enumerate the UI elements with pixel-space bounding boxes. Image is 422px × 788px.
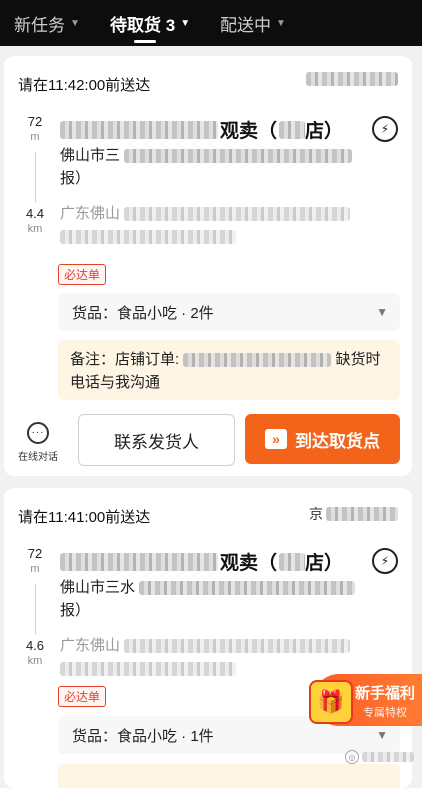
- tab-new-tasks[interactable]: 新任务 ▼: [14, 0, 80, 46]
- store-name-visible: 观卖（: [220, 553, 278, 574]
- customer-distance: 4.6 km: [18, 638, 52, 667]
- contact-sender-button[interactable]: 联系发货人: [78, 414, 235, 466]
- store-name[interactable]: 观卖（ 店）: [60, 116, 343, 143]
- chevron-down-icon: ▼: [70, 17, 80, 29]
- goods-text: 货品：食品小吃 · 2件: [72, 304, 214, 322]
- top-tab-bar: 新任务 ▼ 待取货 3 ▼ 配送中 ▼: [0, 0, 422, 46]
- redacted-text: [124, 207, 351, 222]
- store-address-line1: 佛山市三水: [60, 579, 136, 596]
- route-line: [35, 152, 36, 202]
- store-distance-value: 72: [27, 546, 43, 561]
- chat-bubble-icon: ···: [27, 422, 49, 444]
- chevron-down-icon: ▼: [376, 305, 388, 319]
- store-distance-unit: m: [30, 131, 40, 143]
- tab-label: 新任务: [14, 15, 65, 35]
- gift-box-icon: 🎁: [309, 680, 353, 724]
- redacted-text: [60, 120, 218, 139]
- route-line: [35, 584, 36, 634]
- tab-label: 配送中: [220, 15, 271, 35]
- tab-pending-pickup[interactable]: 待取货 3 ▼: [110, 0, 190, 46]
- watermark-icon: ◎: [345, 750, 359, 764]
- online-chat-button[interactable]: ··· 在线对话: [16, 422, 60, 463]
- guaranteed-delivery-tag: 必达单: [58, 686, 107, 707]
- order-id-redacted: 京: [309, 504, 398, 524]
- redacted-text: [124, 639, 351, 654]
- redacted-text: [183, 353, 332, 368]
- newbie-welfare-banner[interactable]: 🎁 新手福利 专属特权: [309, 674, 422, 726]
- delivery-deadline: 请在11:42:00前送达: [18, 77, 151, 94]
- order-card[interactable]: 请在11:41:00前送达 京 72 m 4.6 km 观卖（ 店） ⚡ 佛山市…: [4, 488, 412, 788]
- chevron-down-icon: ▼: [180, 17, 191, 29]
- store-name-tail: 店）: [305, 121, 344, 142]
- customer-distance-value: 4.6: [25, 638, 45, 653]
- store-address: 佛山市三水 报）: [60, 576, 356, 622]
- store-distance: 72 m: [18, 114, 52, 143]
- customer-address: 广东佛山: [60, 634, 351, 680]
- order-id-redacted: [306, 72, 398, 86]
- chat-label: 在线对话: [18, 452, 58, 463]
- customer-address-prefix: 广东佛山: [60, 205, 121, 222]
- customer-distance: 4.4 km: [18, 206, 52, 235]
- store-distance-value: 72: [27, 114, 43, 129]
- goods-text: 货品：食品小吃 · 1件: [72, 727, 214, 745]
- redacted-text: [139, 581, 356, 596]
- store-name-tail: 店）: [305, 553, 344, 574]
- watermark: ◎: [345, 750, 414, 764]
- goods-summary[interactable]: 货品：食品小吃 · 2件 ▼: [58, 293, 400, 331]
- double-chevron-right-icon: »: [265, 429, 287, 449]
- tab-delivering[interactable]: 配送中 ▼: [220, 0, 286, 46]
- customer-distance-unit: km: [27, 223, 43, 235]
- redacted-text: [362, 752, 414, 762]
- store-address-line1: 佛山市三: [60, 147, 121, 164]
- store-address: 佛山市三 报）: [60, 144, 353, 190]
- store-name-visible: 观卖（: [220, 121, 278, 142]
- redacted-text: [60, 552, 218, 571]
- redacted-text: [279, 120, 306, 139]
- customer-distance-unit: km: [27, 655, 43, 667]
- order-id-prefix: 京: [309, 506, 323, 522]
- arrive-pickup-button[interactable]: » 到达取货点: [245, 414, 400, 464]
- delivery-deadline: 请在11:41:00前送达: [18, 509, 151, 526]
- navigation-icon[interactable]: ⚡: [372, 116, 398, 142]
- store-address-line2: 报）: [60, 170, 91, 187]
- order-note: [58, 764, 400, 788]
- customer-address-prefix: 广东佛山: [60, 637, 121, 654]
- tab-label: 待取货 3: [110, 15, 176, 35]
- navigation-icon[interactable]: ⚡: [372, 548, 398, 574]
- promo-subtitle: 专属特权: [363, 707, 407, 719]
- chevron-down-icon: ▼: [276, 17, 286, 29]
- redacted-text: [279, 552, 306, 571]
- redacted-text: [60, 230, 236, 245]
- redacted-text: [306, 72, 398, 86]
- redacted-text: [60, 662, 236, 677]
- note-suffix: 缺货时: [335, 351, 381, 368]
- note-line2: 电话与我沟通: [70, 374, 161, 391]
- store-distance: 72 m: [18, 546, 52, 575]
- redacted-text: [124, 149, 353, 164]
- order-card[interactable]: 请在11:42:00前送达 72 m 4.4 km 观卖（ 店） ⚡ 佛山市三 …: [4, 56, 412, 476]
- guaranteed-delivery-tag: 必达单: [58, 264, 107, 285]
- note-prefix: 备注：店铺订单:: [70, 351, 180, 368]
- chevron-down-icon: ▼: [376, 728, 388, 742]
- customer-distance-value: 4.4: [25, 206, 45, 221]
- promo-title: 新手福利: [355, 685, 416, 702]
- customer-address: 广东佛山: [60, 202, 351, 248]
- arrive-button-label: 到达取货点: [295, 431, 380, 451]
- store-name[interactable]: 观卖（ 店）: [60, 548, 343, 575]
- store-address-line2: 报）: [60, 602, 91, 619]
- redacted-text: [326, 507, 398, 521]
- order-note: 备注：店铺订单: 缺货时 电话与我沟通: [58, 340, 400, 400]
- store-distance-unit: m: [30, 563, 40, 575]
